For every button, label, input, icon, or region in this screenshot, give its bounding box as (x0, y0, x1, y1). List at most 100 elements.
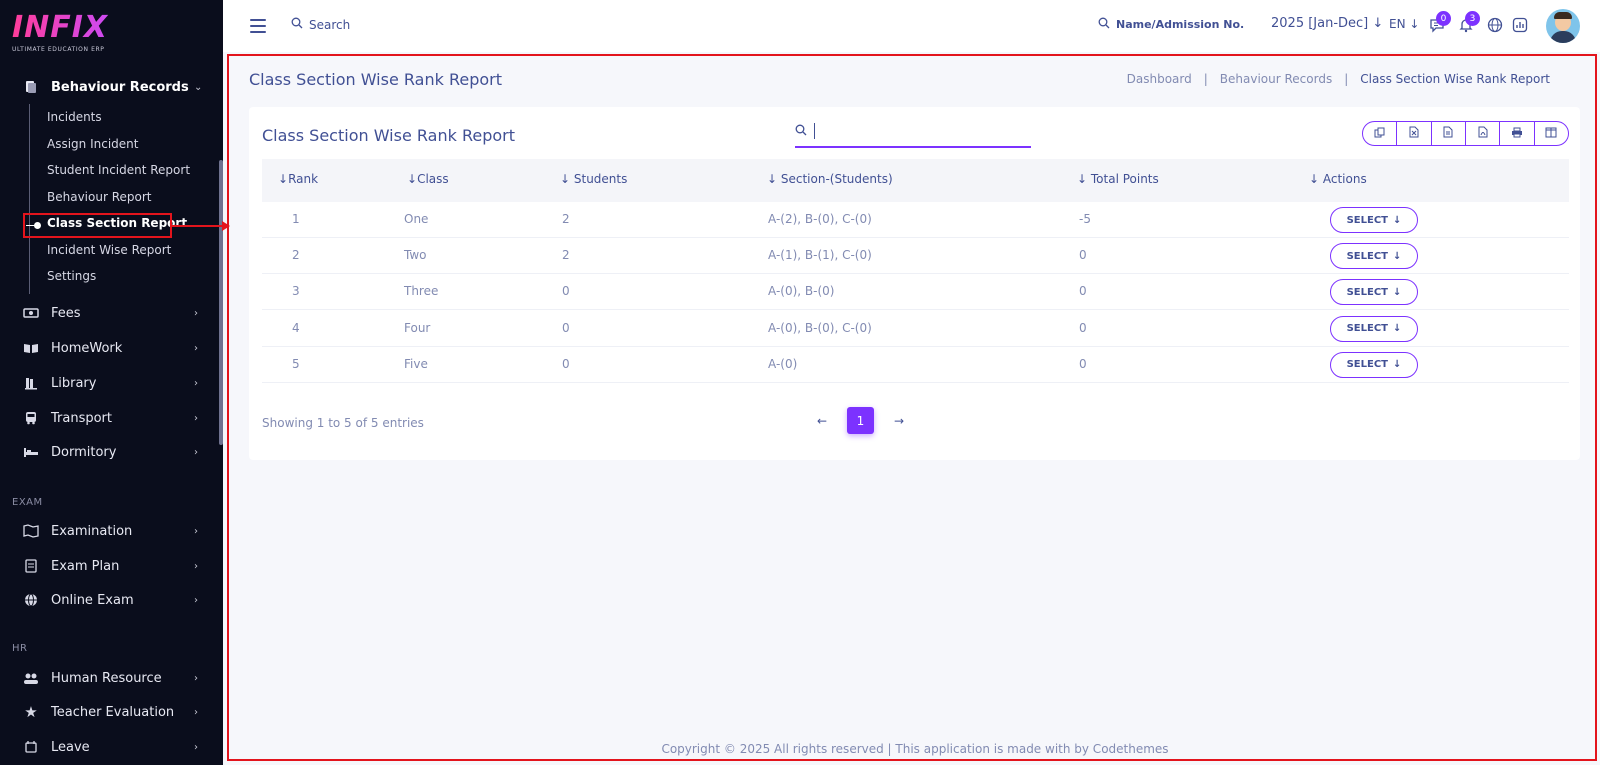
cell-class: Five (404, 356, 428, 371)
people-icon (22, 669, 40, 687)
table-row: 2 Two 2 A-(1), B-(1), C-(0) 0 SELECT ↓ (262, 238, 1569, 275)
csv-file-icon (1443, 126, 1453, 141)
globe-icon[interactable] (1484, 14, 1506, 36)
column-header-class[interactable]: ↓Class (407, 172, 449, 186)
cell-class: Four (404, 320, 431, 335)
sort-arrow-icon: ↓ (560, 172, 574, 186)
column-header-actions[interactable]: ↓ Actions (1309, 172, 1367, 186)
sidebar-item-leave[interactable]: Leave › (0, 732, 223, 762)
arrow-down-icon: ↓ (1393, 250, 1402, 262)
next-page-arrow-icon[interactable]: → (892, 414, 906, 428)
select-button-label: SELECT (1346, 286, 1388, 298)
pdf-export-button[interactable] (1466, 122, 1501, 145)
cell-rank: 2 (292, 248, 300, 263)
csv-export-button[interactable] (1432, 122, 1466, 145)
search-icon (795, 124, 807, 139)
sort-arrow-icon: ↓ (1077, 172, 1091, 186)
column-header-section-students[interactable]: ↓ Section-(Students) (767, 172, 893, 186)
cell-students: 2 (562, 248, 570, 263)
star-icon: ★ (24, 703, 38, 721)
select-action-button[interactable]: SELECT ↓ (1330, 315, 1418, 342)
arrow-down-icon: ↓ (1393, 214, 1402, 226)
sidebar-item-human-resource[interactable]: Human Resource › (0, 663, 223, 693)
sidebar-item-library[interactable]: Library › (0, 368, 223, 398)
arrow-down-icon: ↓ (1393, 323, 1402, 335)
copy-button[interactable] (1363, 122, 1398, 145)
previous-page-arrow-icon[interactable]: ← (815, 414, 829, 428)
cell-class: Three (404, 284, 439, 299)
breadcrumb-separator: | (1344, 72, 1349, 86)
sidebar-item-homework[interactable]: HomeWork › (0, 333, 223, 363)
user-avatar[interactable] (1546, 9, 1580, 43)
sidebar-item-label: Behaviour Records (51, 79, 189, 95)
cell-total-points: 0 (1079, 284, 1087, 299)
sidebar-scrollbar[interactable] (219, 160, 223, 445)
page-title: Class Section Wise Rank Report (249, 70, 502, 89)
chevron-right-icon: › (194, 342, 198, 354)
text-caret (814, 123, 815, 139)
sidebar-item-dormitory[interactable]: Dormitory › (0, 437, 223, 467)
hamburger-menu-icon[interactable] (250, 19, 266, 33)
select-action-button[interactable]: SELECT ↓ (1330, 243, 1418, 270)
column-header-students[interactable]: ↓ Students (560, 172, 627, 186)
sidebar-item-online-exam[interactable]: Online Exam › (0, 585, 223, 615)
chevron-right-icon: › (194, 594, 198, 606)
column-header-total-points[interactable]: ↓ Total Points (1077, 172, 1159, 186)
sidebar-subitem-settings[interactable]: Settings (47, 266, 96, 286)
language-selector[interactable]: EN ↓ (1389, 17, 1419, 31)
analytics-icon[interactable] (1509, 14, 1531, 36)
sidebar-item-examination[interactable]: Examination › (0, 516, 223, 546)
cell-sections: A-(0) (768, 356, 798, 371)
sidebar-item-label: Library (51, 375, 97, 391)
fees-icon (22, 304, 40, 322)
sidebar-item-exam-plan[interactable]: Exam Plan › (0, 551, 223, 581)
select-action-button[interactable]: SELECT ↓ (1330, 279, 1418, 306)
chevron-down-icon: ⌄ (194, 81, 203, 93)
leave-icon (22, 738, 40, 756)
sidebar-item-behaviour-records[interactable]: Behaviour Records ⌄ (0, 72, 223, 102)
select-action-button[interactable]: SELECT ↓ (1330, 351, 1418, 378)
column-header-rank[interactable]: ↓Rank (278, 172, 318, 186)
sort-arrow-icon: ↓ (278, 172, 289, 186)
admission-search[interactable]: Name/Admission No. (1098, 17, 1244, 32)
sidebar-item-teacher-evaluation[interactable]: ★ Teacher Evaluation › (0, 697, 223, 727)
chevron-right-icon: › (194, 525, 198, 537)
print-button[interactable] (1500, 122, 1535, 145)
sidebar-item-transport[interactable]: Transport › (0, 403, 223, 433)
sidebar-item-label: Fees (51, 305, 81, 321)
printer-icon (1511, 127, 1523, 141)
sidebar-subitem-student-incident-report[interactable]: Student Incident Report (47, 160, 190, 180)
app-logo[interactable]: INFIX ULTIMATE EDUCATION ERP (12, 12, 212, 58)
breadcrumb-behaviour-records[interactable]: Behaviour Records (1220, 72, 1332, 86)
cell-total-points: 0 (1079, 248, 1087, 263)
top-search[interactable]: Search (291, 17, 350, 32)
sidebar-subitem-incident-wise-report[interactable]: Incident Wise Report (47, 240, 171, 260)
chevron-right-icon: › (194, 307, 198, 319)
table-header: ↓Rank ↓Class ↓ Students ↓ Section-(Stude… (262, 159, 1569, 202)
submenu-guide-line (29, 104, 30, 294)
chevron-right-icon: › (194, 672, 198, 684)
copy-icon (1374, 127, 1385, 141)
arrow-down-icon: ↓ (1393, 286, 1402, 298)
sidebar-subitem-assign-incident[interactable]: Assign Incident (47, 134, 138, 154)
session-selector[interactable]: 2025 [Jan-Dec] ↓ (1271, 16, 1383, 31)
sidebar-item-fees[interactable]: Fees › (0, 298, 223, 328)
sidebar-subitem-incidents[interactable]: Incidents (47, 107, 102, 127)
select-action-button[interactable]: SELECT ↓ (1330, 207, 1418, 233)
columns-icon (1545, 127, 1557, 141)
sidebar-item-label: Human Resource (51, 670, 162, 686)
excel-export-button[interactable] (1397, 122, 1432, 145)
card-title: Class Section Wise Rank Report (262, 126, 515, 145)
column-visibility-button[interactable] (1535, 122, 1568, 145)
select-button-label: SELECT (1346, 214, 1388, 226)
cell-class: One (404, 212, 429, 226)
breadcrumb-dashboard[interactable]: Dashboard (1127, 72, 1192, 86)
current-page-button[interactable]: 1 (847, 407, 874, 434)
footer-copyright: Copyright © 2025 All rights reserved | T… (661, 742, 1169, 756)
cell-students: 0 (562, 320, 570, 335)
cell-total-points: -5 (1079, 212, 1091, 226)
chevron-right-icon: › (194, 412, 198, 424)
table-search-input[interactable] (795, 117, 1031, 148)
sidebar-subitem-behaviour-report[interactable]: Behaviour Report (47, 187, 151, 207)
chevron-right-icon: › (194, 377, 198, 389)
